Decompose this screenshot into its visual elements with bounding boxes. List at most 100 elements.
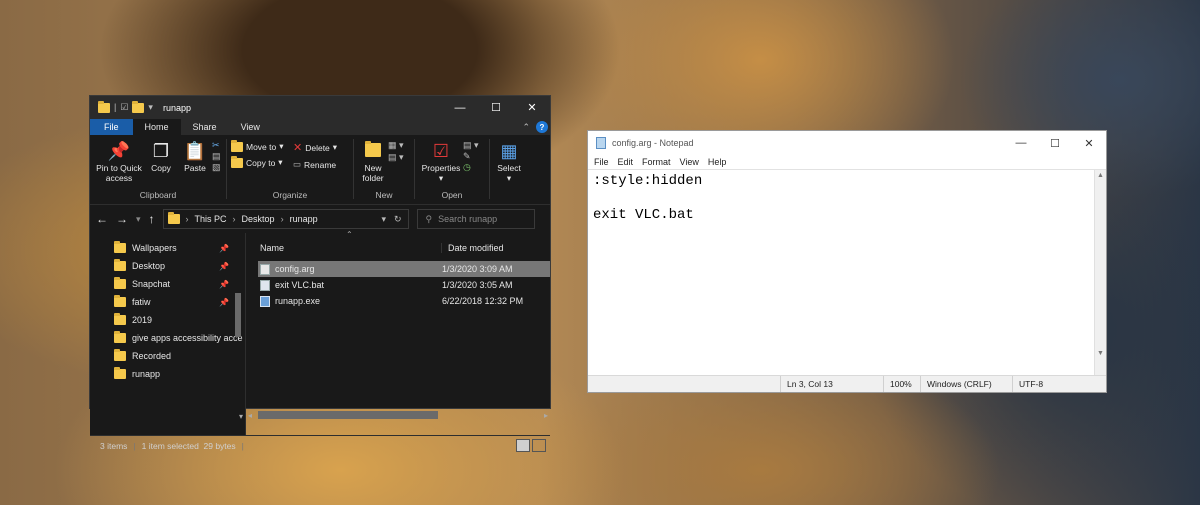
customize-toolbar-icon[interactable]: ▾ [148, 103, 153, 112]
back-arrow-icon[interactable]: ← [96, 212, 108, 226]
nav-item-label: fatiw [132, 297, 151, 307]
scroll-up-icon[interactable]: ▲ [1095, 172, 1106, 179]
explorer-titlebar[interactable]: | ☑ ▾ runapp — ☐ ✕ [90, 96, 550, 119]
paste-shortcut-icon[interactable]: ▧ [212, 163, 221, 172]
collapse-ribbon-icon[interactable]: ⌃ [522, 122, 530, 132]
new-item-icon[interactable]: ▦ ▾ [388, 141, 404, 150]
pin-icon[interactable]: 📌 [219, 262, 245, 271]
encoding: UTF-8 [1012, 376, 1092, 392]
scroll-right-icon[interactable]: ▸ [544, 411, 548, 420]
horizontal-scrollbar[interactable]: ◂ ▸ [248, 409, 548, 421]
nav-item-runapp[interactable]: runapp [90, 365, 245, 383]
help-icon[interactable]: ? [536, 121, 548, 133]
folder-icon [114, 241, 126, 253]
scroll-down-icon[interactable]: ▾ [239, 412, 243, 421]
minimize-button[interactable]: — [1004, 131, 1038, 155]
forward-arrow-icon[interactable]: → [116, 212, 128, 226]
column-header-date-modified[interactable]: Date modified [442, 243, 504, 253]
ribbon-group-select: ▦ Select ▾ [490, 139, 530, 199]
paste-label: Paste [184, 163, 206, 173]
cut-icon[interactable]: ✂ [212, 141, 221, 150]
breadcrumb-desktop[interactable]: Desktop [242, 214, 275, 224]
file-list: ⌃ Name Date modified config.arg 1/3/2020… [246, 230, 550, 435]
menu-help[interactable]: Help [708, 157, 727, 167]
rename-button[interactable]: ▭ Rename [293, 159, 348, 170]
navigation-pane[interactable]: Wallpapers 📌 Desktop 📌 Snapchat 📌 fatiw … [90, 233, 246, 435]
horizontal-scrollbar-thumb[interactable] [258, 411, 438, 419]
copy-to-button[interactable]: Copy to ▾ [231, 155, 293, 168]
delete-button[interactable]: ✕ Delete ▾ [293, 141, 348, 154]
pin-icon[interactable]: 📌 [219, 244, 245, 253]
move-to-button[interactable]: Move to ▾ [231, 139, 293, 152]
breadcrumb-separator: › [232, 214, 236, 224]
pin-icon[interactable]: 📌 [219, 298, 245, 307]
properties-icon[interactable]: ☑ [120, 103, 128, 112]
rename-label: Rename [304, 159, 337, 170]
tab-home[interactable]: Home [132, 119, 181, 135]
tab-view[interactable]: View [229, 119, 272, 135]
maximize-button[interactable]: ☐ [478, 96, 514, 119]
refresh-icon[interactable]: ↻ [394, 214, 402, 225]
select-button[interactable]: ▦ Select ▾ [494, 139, 524, 199]
minimize-button[interactable]: — [442, 96, 478, 119]
address-bar[interactable]: › This PC › Desktop › runapp ▾ ↻ [162, 209, 409, 229]
large-icons-view-button[interactable] [532, 439, 546, 452]
file-date: 1/3/2020 3:09 AM [442, 264, 513, 274]
search-input[interactable]: ⚲ Search runapp [416, 209, 535, 229]
notepad-titlebar[interactable]: config.arg - Notepad — ☐ ✕ [588, 131, 1106, 155]
dropdown-icon: ▾ [279, 141, 284, 151]
menu-edit[interactable]: Edit [618, 157, 634, 167]
folder-icon [98, 100, 110, 113]
file-name: config.arg [275, 264, 315, 274]
folder-icon [114, 295, 126, 307]
file-row-runapp-exe[interactable]: runapp.exe 6/22/2018 12:32 PM [258, 293, 550, 309]
menu-file[interactable]: File [594, 157, 609, 167]
recent-locations-icon[interactable]: ▾ [136, 214, 141, 225]
scroll-down-icon[interactable]: ▼ [1095, 350, 1106, 357]
up-arrow-icon[interactable]: ↑ [149, 212, 155, 226]
tab-share[interactable]: Share [181, 119, 229, 135]
nav-item-desktop[interactable]: Desktop 📌 [90, 257, 245, 275]
item-count: 3 items [100, 440, 128, 451]
close-button[interactable]: ✕ [1072, 131, 1106, 155]
cursor-position: Ln 3, Col 13 [780, 376, 883, 392]
open-icon[interactable]: ▤ ▾ [463, 141, 479, 150]
nav-item-fatiw[interactable]: fatiw 📌 [90, 293, 245, 311]
copy-path-icon[interactable]: ▤ [212, 152, 221, 161]
history-icon[interactable]: ◷ [463, 163, 479, 172]
nav-item-snapchat[interactable]: Snapchat 📌 [90, 275, 245, 293]
scroll-left-icon[interactable]: ◂ [248, 411, 252, 420]
nav-item-give-apps[interactable]: give apps accessibility acce [90, 329, 245, 347]
easy-access-icon[interactable]: ▤ ▾ [388, 153, 404, 162]
breadcrumb-runapp[interactable]: runapp [290, 214, 318, 224]
pin-icon[interactable]: 📌 [219, 280, 245, 289]
pin-label: Pin to Quick access [96, 163, 142, 183]
notepad-text[interactable]: :style:hidden exit VLC.bat [588, 170, 1106, 227]
breadcrumb-this-pc[interactable]: This PC [195, 214, 227, 224]
selection-info: 1 item selected 29 bytes [141, 440, 236, 451]
ribbon-group-new: New folder ▦ ▾ ▤ ▾ New [354, 139, 415, 200]
vertical-scrollbar[interactable]: ▲ ▼ [1094, 170, 1106, 377]
file-row-config-arg[interactable]: config.arg 1/3/2020 3:09 AM [258, 261, 550, 277]
sort-ascending-icon: ⌃ [346, 230, 353, 239]
file-date: 6/22/2018 12:32 PM [442, 296, 524, 306]
column-header-name[interactable]: Name [246, 243, 442, 253]
menu-format[interactable]: Format [642, 157, 671, 167]
column-headers: Name Date modified [246, 233, 550, 257]
notepad-editor[interactable]: :style:hidden exit VLC.bat ▲ ▼ [588, 169, 1106, 377]
maximize-button[interactable]: ☐ [1038, 131, 1072, 155]
organize-group-label: Organize [272, 190, 308, 200]
new-folder-icon[interactable] [132, 100, 145, 113]
notepad-icon [596, 137, 606, 149]
address-dropdown-icon[interactable]: ▾ [381, 214, 386, 225]
details-view-button[interactable] [516, 439, 530, 452]
menu-view[interactable]: View [680, 157, 699, 167]
file-row-exit-vlc-bat[interactable]: exit VLC.bat 1/3/2020 3:05 AM [258, 277, 550, 293]
nav-scrollbar-thumb[interactable] [235, 293, 241, 337]
nav-item-wallpapers[interactable]: Wallpapers 📌 [90, 239, 245, 257]
nav-item-recorded[interactable]: Recorded [90, 347, 245, 365]
edit-icon[interactable]: ✎ [463, 152, 479, 161]
close-button[interactable]: ✕ [514, 96, 550, 119]
tab-file[interactable]: File [90, 119, 133, 135]
nav-item-2019[interactable]: 2019 [90, 311, 245, 329]
